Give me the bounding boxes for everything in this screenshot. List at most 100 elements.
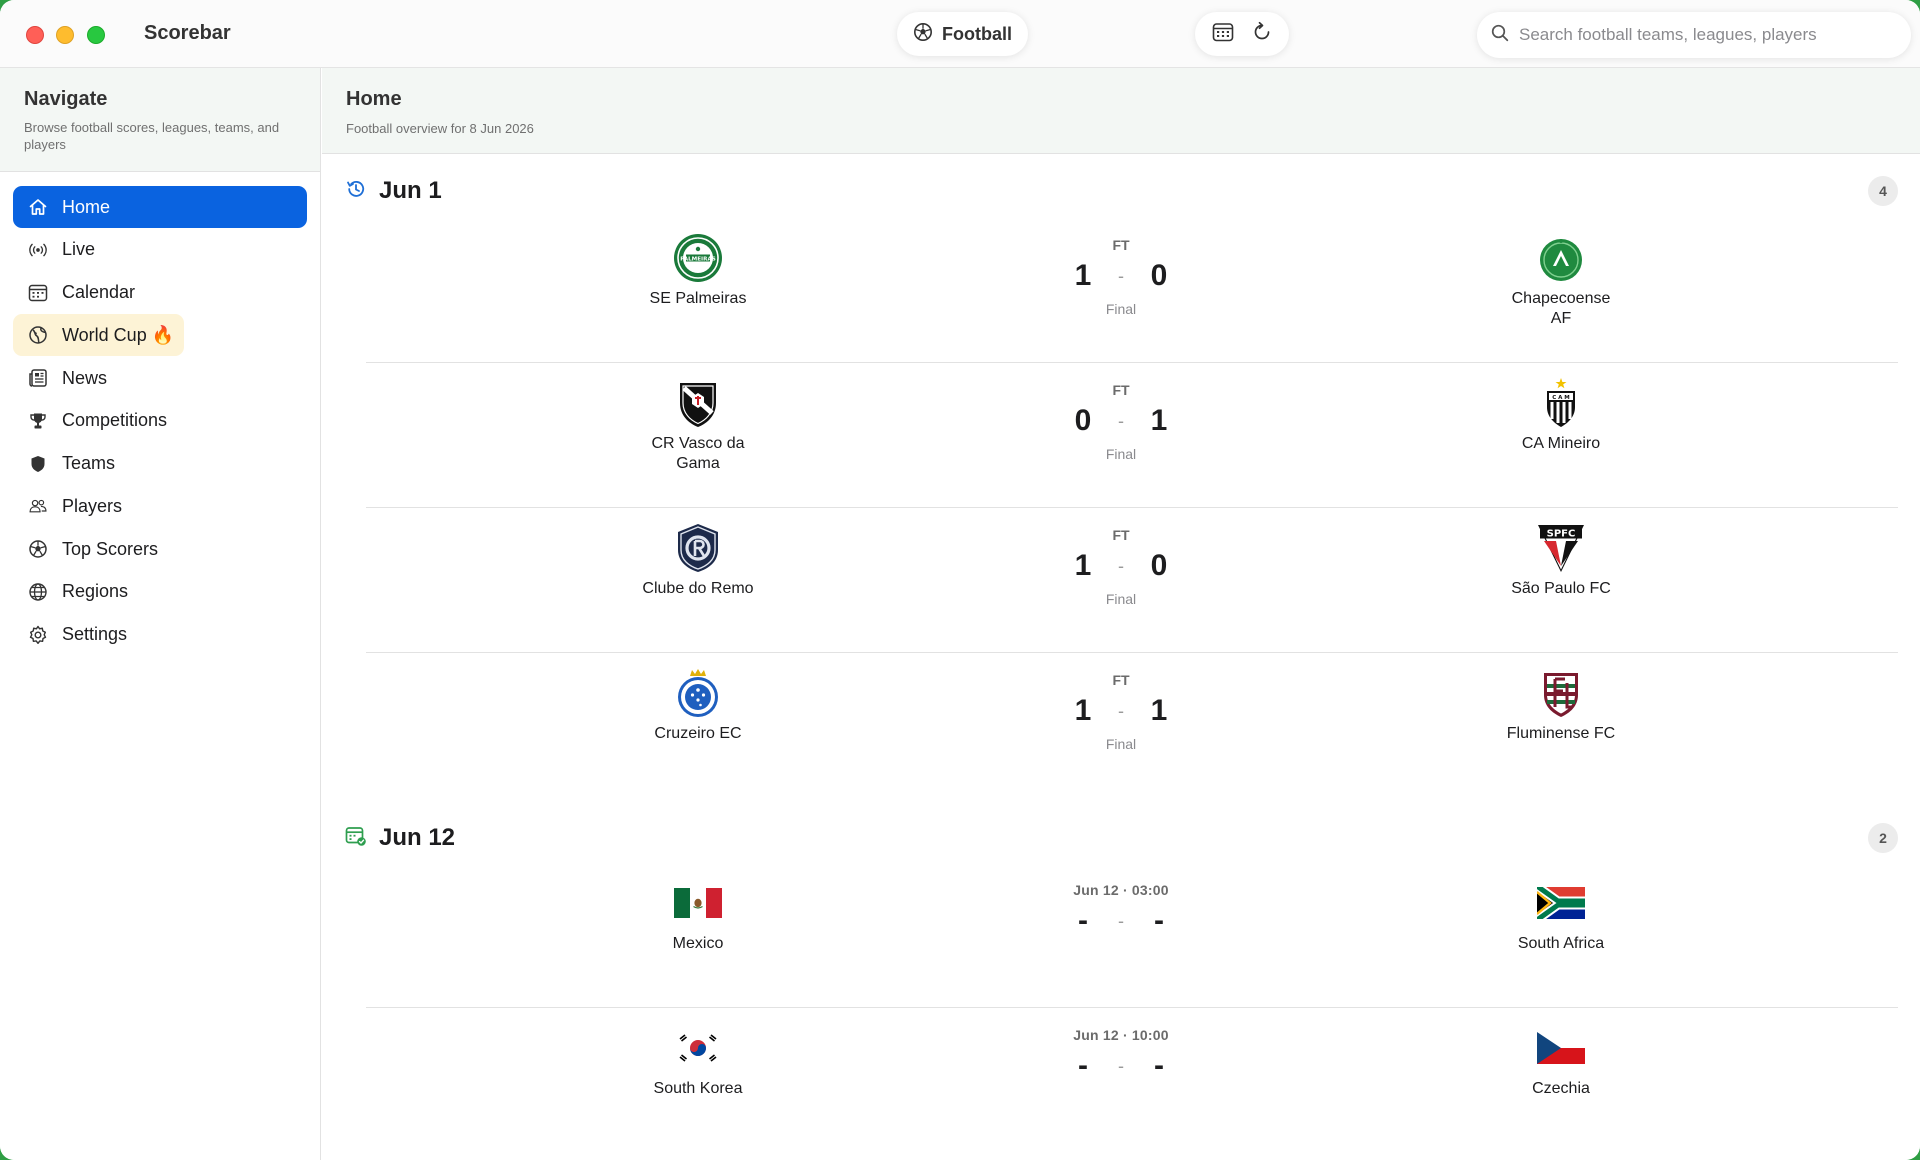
away-team-name: Chapecoense AF <box>1511 290 1611 327</box>
home-score: - <box>1078 1049 1088 1082</box>
away-score: 1 <box>1150 694 1168 727</box>
home-team[interactable]: Cruzeiro EC <box>598 653 798 798</box>
sidebar-subtitle: Browse football scores, leagues, teams, … <box>24 120 280 152</box>
calendar-icon <box>1212 22 1234 47</box>
sport-selector-button[interactable]: Football <box>897 12 1028 56</box>
match-row[interactable]: Cruzeiro EC FT 1 - 1 Final Fluminense FC <box>366 653 1898 798</box>
people-icon <box>28 496 48 516</box>
sidebar: Navigate Browse football scores, leagues… <box>0 68 321 1160</box>
home-team[interactable]: CR Vasco da Gama <box>598 363 798 508</box>
score-separator: - <box>1118 700 1124 721</box>
away-team-name: Fluminense FC <box>1506 725 1616 742</box>
sao-paulo-crest-icon: SPFC <box>1535 522 1587 574</box>
svg-text:PALMEIRAS: PALMEIRAS <box>680 256 716 262</box>
away-team[interactable]: South Africa <box>1461 863 1661 1008</box>
match-count-badge: 4 <box>1868 176 1898 206</box>
sidebar-item-top-scorers[interactable]: Top Scorers <box>13 528 320 570</box>
sidebar-item-label: Players <box>62 495 123 516</box>
toolbar-group <box>1195 12 1289 56</box>
sidebar-item-competitions[interactable]: Competitions <box>13 400 320 442</box>
sidebar-item-label: News <box>62 367 108 388</box>
match-result-label: Final <box>1105 446 1137 462</box>
home-team-name: SE Palmeiras <box>649 290 747 307</box>
sidebar-item-news[interactable]: News <box>13 357 320 399</box>
vasco-crest-icon <box>672 377 724 429</box>
away-score: 0 <box>1150 259 1168 292</box>
away-team[interactable]: Chapecoense AF <box>1461 218 1661 363</box>
sidebar-item-label: Live <box>62 239 96 260</box>
sidebar-item-label: Competitions <box>62 410 168 431</box>
match-status: FT <box>1112 527 1130 543</box>
score-separator: - <box>1118 1055 1124 1076</box>
away-team[interactable]: SPFC São Paulo FC <box>1461 508 1661 653</box>
date-section-header: Jun 12 2 <box>345 823 1898 853</box>
sidebar-item-regions[interactable]: Regions <box>13 571 320 613</box>
match-row[interactable]: CR Vasco da Gama FT 0 - 1 Final C A M CA… <box>366 363 1898 508</box>
match-status: FT <box>1112 237 1130 253</box>
sidebar-item-label: Regions <box>62 581 129 602</box>
refresh-button[interactable] <box>1246 18 1278 50</box>
minimize-window-button[interactable] <box>56 26 74 44</box>
date-section-header: Jun 1 4 <box>345 176 1898 206</box>
match-status: FT <box>1112 672 1130 688</box>
zoom-window-button[interactable] <box>87 26 105 44</box>
away-team[interactable]: Fluminense FC <box>1461 653 1661 798</box>
away-score: 0 <box>1150 549 1168 582</box>
sidebar-item-settings[interactable]: Settings <box>13 614 320 656</box>
away-score: - <box>1154 1049 1164 1082</box>
home-team[interactable]: PALMEIRAS SE Palmeiras <box>598 218 798 363</box>
kickoff-time: Jun 12 · 10:00 <box>1073 1027 1169 1043</box>
page-header: Home Football overview for 8 Jun 2026 <box>322 68 1920 154</box>
home-team[interactable]: South Korea <box>598 1008 798 1153</box>
away-team[interactable]: Czechia <box>1461 1008 1661 1153</box>
south-korea-flag-icon <box>672 1022 724 1074</box>
home-team-name: Clube do Remo <box>642 580 754 597</box>
sidebar-item-home[interactable]: Home <box>13 186 307 228</box>
close-window-button[interactable] <box>26 26 44 44</box>
search-input[interactable] <box>1519 25 1879 45</box>
away-team-name: São Paulo FC <box>1511 580 1611 597</box>
newspaper-icon <box>28 368 48 388</box>
section-date: Jun 1 <box>379 177 442 204</box>
home-team-name: CR Vasco da Gama <box>651 435 745 472</box>
score-block: FT 0 - 1 Final <box>1021 363 1221 508</box>
soccer-ball-icon <box>913 22 933 47</box>
score-block: FT 1 - 0 Final <box>1021 508 1221 653</box>
match-row[interactable]: South Korea Jun 12 · 10:00 - - - Czechia <box>366 1008 1898 1153</box>
away-team-name: Czechia <box>1532 1080 1590 1097</box>
match-row[interactable]: Clube do Remo FT 1 - 0 Final SPFC São Pa… <box>366 508 1898 653</box>
home-team[interactable]: Mexico <box>598 863 798 1008</box>
broadcast-icon <box>28 240 48 260</box>
sidebar-item-teams[interactable]: Teams <box>13 443 320 485</box>
sidebar-item-calendar[interactable]: Calendar <box>13 272 320 314</box>
sidebar-item-label: Home <box>62 196 111 217</box>
search-icon <box>1491 24 1509 47</box>
away-team[interactable]: C A M CA Mineiro <box>1461 363 1661 508</box>
home-score: 1 <box>1074 694 1092 727</box>
sidebar-item-label: Teams <box>62 453 116 473</box>
sidebar-header: Navigate Browse football scores, leagues… <box>0 68 320 172</box>
sidebar-item-world-cup[interactable]: World Cup 🔥 <box>13 314 185 357</box>
remo-crest-icon <box>672 522 724 574</box>
calendar-button[interactable] <box>1207 18 1239 50</box>
sidebar-title: Navigate <box>24 88 108 110</box>
history-clock-icon <box>345 178 367 205</box>
sidebar-item-players[interactable]: Players <box>13 485 320 527</box>
sidebar-item-live[interactable]: Live <box>13 229 320 271</box>
atletico-mineiro-crest-icon: C A M <box>1535 377 1587 429</box>
house-icon <box>28 197 48 217</box>
away-score: - <box>1154 904 1164 937</box>
soccer-ball-icon <box>28 539 48 559</box>
score-separator: - <box>1118 910 1124 931</box>
palmeiras-crest-icon: PALMEIRAS <box>672 232 724 284</box>
fluminense-crest-icon <box>1535 667 1587 719</box>
match-row[interactable]: PALMEIRAS SE Palmeiras FT 1 - 0 Final Ch… <box>366 218 1898 363</box>
score-block: FT 1 - 1 Final <box>1021 653 1221 798</box>
match-row[interactable]: Mexico Jun 12 · 03:00 - - - South Africa <box>366 863 1898 1008</box>
home-team[interactable]: Clube do Remo <box>598 508 798 653</box>
title-bar: Scorebar Football <box>0 0 1920 68</box>
gear-icon <box>28 625 48 645</box>
globe-icon <box>28 325 48 345</box>
search-field[interactable] <box>1477 12 1911 58</box>
sport-label: Football <box>942 23 1012 44</box>
